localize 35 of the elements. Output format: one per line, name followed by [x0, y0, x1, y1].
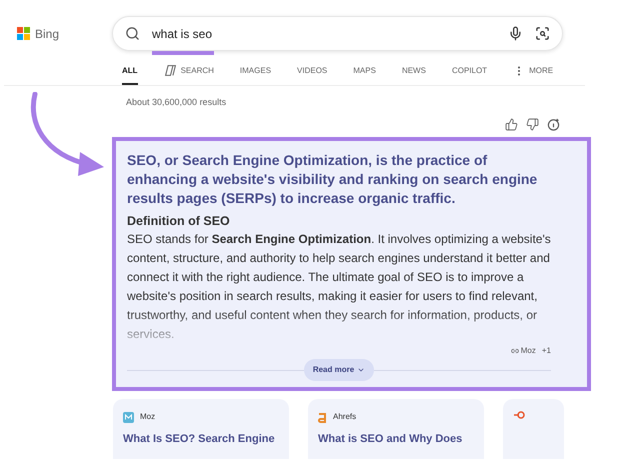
read-more-button[interactable]: Read more — [304, 359, 374, 382]
nav-tab[interactable]: MAPS — [353, 65, 376, 85]
card-source: Ahrefs — [333, 411, 356, 424]
microphone-icon[interactable] — [508, 26, 523, 41]
thumbs-down-icon[interactable] — [526, 118, 539, 130]
answer-text: SEO stands for Search Engine Optimization. It involves optimizing a website's content, structure, and authority to help search engines understand it better and connect it with the right audience. The ultimate goal of SEO is to improve a website's position in search results, making it easier for users to find relevant, trustworthy, and useful content when they search for information, products, or services. — [127, 231, 551, 344]
nav-tab[interactable]: VIDEOS — [297, 65, 328, 85]
card-title: What is SEO and Why Does — [318, 432, 464, 448]
link-icon — [510, 347, 519, 356]
bing-logo-icon — [17, 27, 30, 40]
nav-tab[interactable]: NEWS — [402, 65, 426, 85]
fire-logo-icon — [513, 411, 525, 420]
nav-tab[interactable]: COPILOT — [452, 65, 488, 85]
thumbs-up-icon[interactable] — [505, 118, 518, 130]
moz-logo-icon — [123, 412, 134, 423]
source-card[interactable]: Ahrefs What is SEO and Why Does — [308, 399, 484, 460]
answer-subheading: Definition of SEO — [127, 212, 231, 230]
visual-search-icon[interactable] — [535, 26, 550, 41]
citation-source[interactable]: Moz — [510, 345, 536, 358]
card-title: What Is SEO? Search Engine — [123, 432, 276, 448]
nav-tab[interactable]: IMAGES — [240, 65, 272, 85]
search-icon — [125, 26, 140, 41]
result-count: About 30,600,000 results — [126, 96, 228, 109]
nav-tab[interactable]: SEARCH — [164, 64, 214, 85]
ahrefs-logo-icon — [318, 411, 327, 424]
source-card[interactable]: Moz What Is SEO? Search Engine — [113, 399, 289, 460]
search-query: what is seo — [152, 24, 212, 42]
card-source: Moz — [140, 411, 156, 424]
sparkle-info-icon[interactable] — [547, 118, 560, 130]
answer-headline: SEO, or Search Engine Optimization, is the practice of enhancing a website's visibility and ranking on search engine results pages (SERPs) to increase organic traffic. — [127, 150, 538, 208]
brand-name: Bing — [35, 26, 60, 42]
citation-count[interactable]: +1 — [542, 345, 551, 358]
highlight-underline — [152, 50, 214, 54]
copilot-icon — [164, 64, 177, 77]
nav-tab[interactable]: MORE — [513, 65, 554, 85]
